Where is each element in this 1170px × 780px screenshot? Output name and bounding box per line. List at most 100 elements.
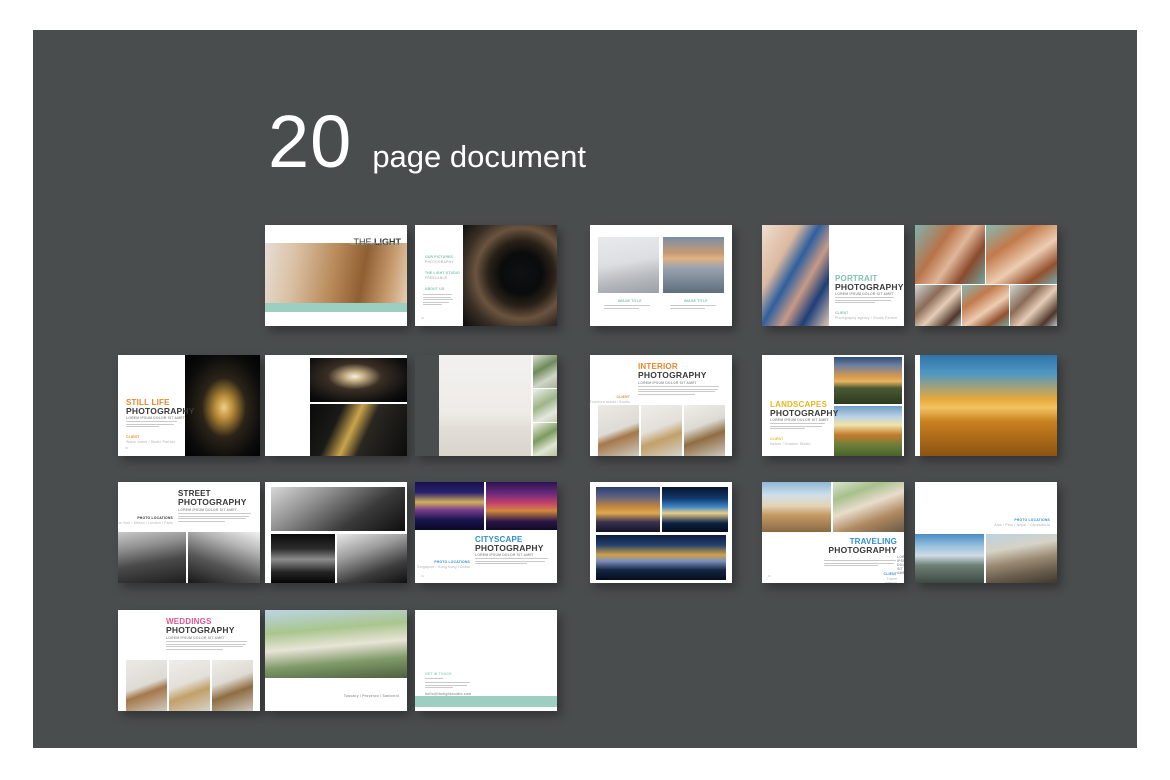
kicker-text: LOREM IPSUM DOLOR SIT AMET (178, 508, 237, 512)
section-title: LANDSCAPESPHOTOGRAPHY (770, 401, 839, 418)
cityscape-photo-grid[interactable] (590, 482, 732, 583)
camera-man-photo (463, 225, 557, 326)
portrait-photo (762, 225, 829, 326)
kicker-text: PHOTOGRAPHY (425, 260, 454, 264)
chair-photo-2 (169, 660, 210, 711)
section-title-line2: PHOTOGRAPHY (126, 407, 195, 416)
street-photo-1 (118, 532, 186, 583)
section-traveling[interactable]: TRAVELINGPHOTOGRAPHYLOREM IPSUM DOLOR SI… (762, 482, 904, 583)
page-number: 14 (421, 575, 424, 578)
kicker-text: THE LIGHT STUDIO (425, 271, 460, 275)
page-surface: STILL LIFEPHOTOGRAPHYLOREM IPSUM DOLOR S… (118, 355, 260, 456)
interior-strip-3 (533, 423, 557, 456)
preview-canvas: 20 page document THE LIGHTPHOTOGRAPHY PO… (33, 30, 1137, 748)
credit-label: CLIENT (126, 435, 139, 439)
section-interior[interactable]: INTERIORPHOTOGRAPHYLOREM IPSUM DOLOR SIT… (590, 355, 732, 456)
body-text-lines (670, 305, 718, 310)
page-surface: Tuscany / Provence / Santorini (265, 610, 407, 711)
travel-grid-1 (915, 534, 984, 583)
chair-photo-1 (126, 660, 167, 711)
kicker-text: OUR PICTURES (425, 255, 453, 259)
back-cover-contact[interactable]: GET IN TOUCHhello@thelightstudio.comwww.… (415, 610, 557, 711)
interior-strip-1 (533, 355, 557, 388)
portrait-grid-5 (1010, 285, 1057, 326)
interior-hero-photo (439, 355, 531, 456)
wedding-full-bleed[interactable]: Tuscany / Provence / Santorini (265, 610, 407, 711)
page-surface: GET IN TOUCHhello@thelightstudio.comwww.… (415, 610, 557, 711)
credit-label: PHOTO LOCATIONS (137, 516, 173, 520)
watch-photo-2 (310, 358, 407, 402)
kicker-text: LOREM IPSUM DOLOR SIT AMET (835, 292, 894, 296)
section-title: STREETPHOTOGRAPHY (178, 490, 247, 507)
tree-sunset-photo (834, 357, 902, 404)
section-title-line2: PHOTOGRAPHY (178, 498, 247, 507)
section-title: PORTRAITPHOTOGRAPHY (835, 275, 904, 292)
street-photo-grid[interactable] (265, 482, 407, 583)
kicker-text: LOREM IPSUM DOLOR SIT AMET (166, 636, 225, 640)
photo-caption-sub: Alps / Peru / Nepal / Cappadocia (994, 523, 1050, 527)
body-text-lines (835, 297, 895, 305)
back-cover-accent-bar (415, 696, 557, 707)
section-landscapes[interactable]: LANDSCAPESPHOTOGRAPHYLOREM IPSUM DOLOR S… (762, 355, 904, 456)
credit-sub: Travel agency / Airline (885, 577, 897, 583)
page-surface (265, 482, 407, 583)
portrait-grid-3 (915, 285, 961, 326)
credit-sub: New York / Milano / London / Paris (118, 521, 173, 525)
portrait-grid-2 (986, 225, 1057, 284)
page-number: 02 (421, 317, 424, 320)
wedding-photo (265, 610, 407, 678)
page-surface: STREETPHOTOGRAPHYLOREM IPSUM DOLOR SIT A… (118, 482, 260, 583)
screenshot-root: 20 page document THE LIGHTPHOTOGRAPHY PO… (0, 0, 1170, 780)
page-surface: PHOTO LOCATIONSAlps / Peru / Nepal / Cap… (915, 482, 1057, 583)
still-life-objects[interactable] (265, 355, 407, 456)
body-text-lines (604, 305, 652, 310)
credit-label: CLIENT (884, 572, 897, 576)
page-surface: TRAVELINGPHOTOGRAPHYLOREM IPSUM DOLOR SI… (762, 482, 904, 583)
page-surface: OUR PICTURESPHOTOGRAPHYTHE LIGHT STUDIOF… (415, 225, 557, 326)
body-text-lines (425, 682, 471, 690)
section-portrait[interactable]: PORTRAITPHOTOGRAPHYLOREM IPSUM DOLOR SIT… (762, 225, 904, 326)
sunset-full-photo (920, 355, 1057, 456)
cover-photo (265, 243, 407, 303)
traveling-photo-pair[interactable]: PHOTO LOCATIONSAlps / Peru / Nepal / Cap… (915, 482, 1057, 583)
section-title-line2: PHOTOGRAPHY (166, 626, 235, 635)
kicker-text: LOREM IPSUM DOLOR SIT AMET (475, 553, 534, 557)
page-surface (915, 225, 1057, 326)
credit-label: CLIENT (835, 311, 848, 315)
body-text-lines (638, 386, 720, 396)
cover-the-light[interactable]: THE LIGHTPHOTOGRAPHY PORTFOLIO (265, 225, 407, 326)
credit-label: CLIENT (617, 395, 630, 399)
page-surface: CITYSCAPEPHOTOGRAPHYLOREM IPSUM DOLOR SI… (415, 482, 557, 583)
section-title-line2: PHOTOGRAPHY (638, 371, 707, 380)
section-cityscape[interactable]: CITYSCAPEPHOTOGRAPHYLOREM IPSUM DOLOR SI… (415, 482, 557, 583)
interior-sofa-spread[interactable] (415, 355, 557, 456)
kicker-text: LOREM IPSUM DOLOR SIT AMET (770, 418, 829, 422)
credit-label: CLIENT (770, 437, 783, 441)
left-gutter (415, 355, 439, 456)
white-panel (265, 355, 309, 456)
section-title: INTERIORPHOTOGRAPHY (638, 363, 707, 380)
credit-sub: Furniture brand / Studio (590, 400, 630, 404)
city-grid-1 (596, 487, 660, 532)
page-surface (590, 482, 732, 583)
two-image-captions[interactable]: IMAGE TITLEIMAGE TITLE (590, 225, 732, 326)
credit-sub: Nature / Outdoor Studio (770, 442, 810, 446)
section-street[interactable]: STREETPHOTOGRAPHYLOREM IPSUM DOLOR SIT A… (118, 482, 260, 583)
page-surface: INTERIORPHOTOGRAPHYLOREM IPSUM DOLOR SIT… (590, 355, 732, 456)
portrait-photo-grid[interactable] (915, 225, 1057, 326)
body-text-lines (166, 641, 248, 651)
page-title: 20 page document (268, 105, 586, 179)
body-text-lines (824, 560, 897, 568)
section-weddings[interactable]: WEDDINGSPHOTOGRAPHYLOREM IPSUM DOLOR SIT… (118, 610, 260, 711)
travel-photo-2 (833, 482, 904, 532)
kicker-text: LOREM IPSUM DOLOR SIT AMET (126, 416, 185, 420)
sunset-full-bleed[interactable] (915, 355, 1057, 456)
studio-photo (598, 237, 659, 293)
section-title-line2: PHOTOGRAPHY (828, 546, 897, 555)
page-number: 16 (768, 575, 771, 578)
section-still-life[interactable]: STILL LIFEPHOTOGRAPHYLOREM IPSUM DOLOR S… (118, 355, 260, 456)
kicker-text: LOREM IPSUM DOLOR SIT AMET (897, 555, 904, 575)
seascape-photo (663, 237, 724, 293)
street-photo-2 (188, 532, 260, 583)
about-us-spread[interactable]: OUR PICTURESPHOTOGRAPHYTHE LIGHT STUDIOF… (415, 225, 557, 326)
